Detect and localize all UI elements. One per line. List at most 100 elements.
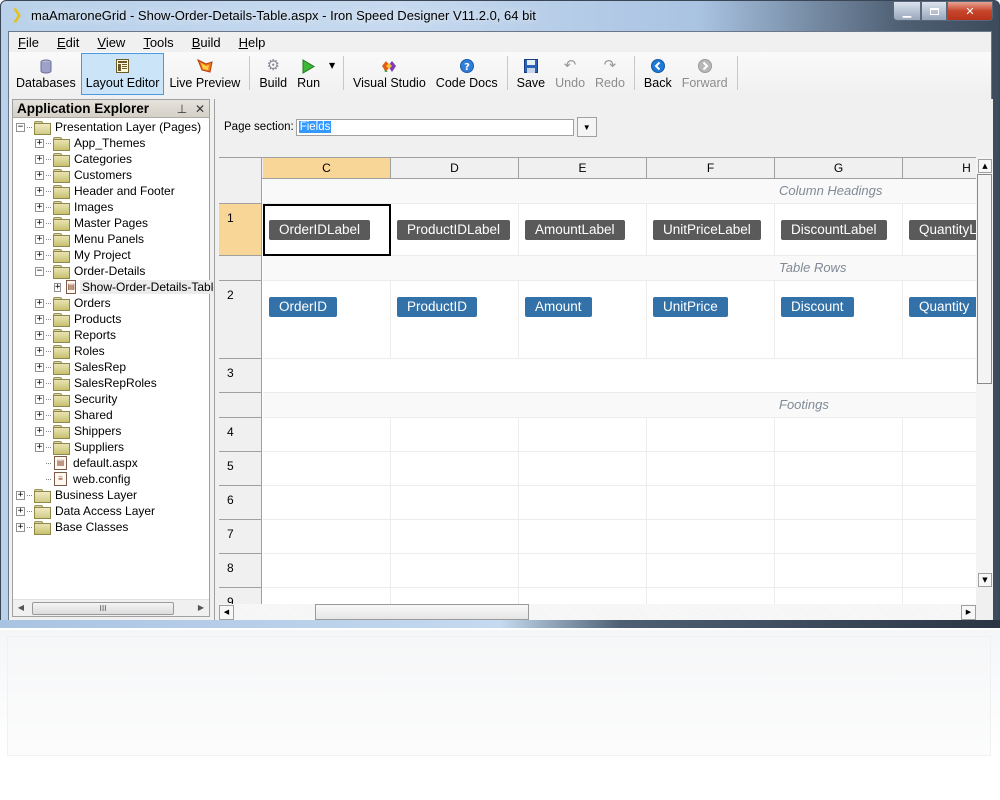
grid-horizontal-scrollbar[interactable]: ◀ ▶ xyxy=(219,604,976,621)
column-header-g[interactable]: G xyxy=(775,158,903,178)
grid-cell-h6[interactable] xyxy=(903,486,976,520)
expand-icon[interactable]: + xyxy=(35,346,44,356)
tree-item-folder[interactable]: + Shared xyxy=(13,407,209,423)
expand-icon[interactable]: + xyxy=(35,186,44,196)
grid-cell-f8[interactable] xyxy=(647,554,775,588)
column-label-chip[interactable]: AmountLabel xyxy=(525,220,625,240)
grid-cell-h8[interactable] xyxy=(903,554,976,588)
expand-icon[interactable]: + xyxy=(35,394,44,404)
horizontal-scroll-thumb[interactable] xyxy=(315,604,529,620)
grid-cell-h5[interactable] xyxy=(903,452,976,486)
grid-cell-e2[interactable]: Amount xyxy=(519,281,647,359)
menu-help[interactable]: Help xyxy=(230,35,275,50)
tree-item-folder[interactable]: + My Project xyxy=(13,247,209,263)
expand-icon[interactable]: + xyxy=(35,330,44,340)
grid-cell-g8[interactable] xyxy=(775,554,903,588)
maximize-button[interactable] xyxy=(921,1,947,21)
column-label-chip[interactable]: OrderIDLabel xyxy=(269,220,371,240)
expand-icon[interactable]: + xyxy=(35,234,44,244)
expand-icon[interactable]: + xyxy=(16,490,25,500)
column-header-f[interactable]: F xyxy=(647,158,775,178)
menu-tools[interactable]: Tools xyxy=(134,35,182,50)
layout-editor-button[interactable]: Layout Editor xyxy=(80,53,165,95)
tree-item-web-config[interactable]: ≡ web.config xyxy=(13,471,209,487)
field-chip[interactable]: Discount xyxy=(781,297,854,317)
tree-item-folder[interactable]: + Shippers xyxy=(13,423,209,439)
column-header-e[interactable]: E xyxy=(519,158,647,178)
column-header-h[interactable]: H xyxy=(903,158,976,178)
tree-item-folder[interactable]: + Header and Footer xyxy=(13,183,209,199)
grid-cell-f9[interactable] xyxy=(647,588,775,604)
tree-item-order-details[interactable]: − Order-Details xyxy=(13,263,209,279)
row-header-6[interactable]: 6 xyxy=(219,486,262,520)
tree-item-folder[interactable]: + SalesRepRoles xyxy=(13,375,209,391)
column-header-c[interactable]: C xyxy=(263,158,391,178)
scroll-up-icon[interactable]: ▲ xyxy=(978,159,992,173)
grid-cell-g7[interactable] xyxy=(775,520,903,554)
row-header-4[interactable]: 4 xyxy=(219,418,262,452)
grid-cell-c7[interactable] xyxy=(263,520,391,554)
tree-item-folder[interactable]: + Master Pages xyxy=(13,215,209,231)
expand-icon[interactable]: + xyxy=(35,378,44,388)
undo-button[interactable]: ↶ Undo xyxy=(550,53,590,95)
forward-button[interactable]: Forward xyxy=(677,53,733,95)
grid-cell-d1[interactable]: ProductIDLabel xyxy=(391,204,519,256)
expand-icon[interactable]: + xyxy=(35,426,44,436)
expand-icon[interactable]: + xyxy=(35,314,44,324)
explorer-horizontal-scrollbar[interactable]: ◀ III ▶ xyxy=(13,599,209,616)
column-label-chip[interactable]: ProductIDLabel xyxy=(397,220,511,240)
row-header-9[interactable]: 9 xyxy=(219,588,262,604)
tree-item-folder[interactable]: + Products xyxy=(13,311,209,327)
grid-cell-f4[interactable] xyxy=(647,418,775,452)
grid-cell-e4[interactable] xyxy=(519,418,647,452)
collapse-icon[interactable]: − xyxy=(16,122,25,132)
expand-icon[interactable]: + xyxy=(35,442,44,452)
grid-cell-e5[interactable] xyxy=(519,452,647,486)
pin-icon[interactable]: ⊥ xyxy=(173,102,191,116)
grid-cell-f1[interactable]: UnitPriceLabel xyxy=(647,204,775,256)
grid-cell-e7[interactable] xyxy=(519,520,647,554)
tree-item-folder[interactable]: + Reports xyxy=(13,327,209,343)
vertical-scroll-thumb[interactable] xyxy=(977,174,992,384)
grid-cell-merged[interactable] xyxy=(263,359,976,393)
grid-cell-h9[interactable] xyxy=(903,588,976,604)
grid-cell-f6[interactable] xyxy=(647,486,775,520)
grid-cell-g4[interactable] xyxy=(775,418,903,452)
column-label-chip[interactable]: DiscountLabel xyxy=(781,220,887,240)
grid-cell-d4[interactable] xyxy=(391,418,519,452)
grid-cell-e1[interactable]: AmountLabel xyxy=(519,204,647,256)
grid-cell-h7[interactable] xyxy=(903,520,976,554)
grid-cell-h1[interactable]: QuantityLabel xyxy=(903,204,976,256)
title-bar[interactable]: ❯ maAmaroneGrid - Show-Order-Details-Tab… xyxy=(1,1,999,31)
grid-cell-c4[interactable] xyxy=(263,418,391,452)
expand-icon[interactable]: + xyxy=(35,250,44,260)
tree-item-presentation-layer[interactable]: − Presentation Layer (Pages) xyxy=(13,119,209,135)
grid-cell-e9[interactable] xyxy=(519,588,647,604)
grid-cell-d6[interactable] xyxy=(391,486,519,520)
menu-file[interactable]: File xyxy=(9,35,48,50)
scroll-right-icon[interactable]: ▶ xyxy=(195,602,207,614)
grid-cell-d5[interactable] xyxy=(391,452,519,486)
build-button[interactable]: ⚙ Build xyxy=(254,53,292,95)
tree-item-folder[interactable]: + Orders xyxy=(13,295,209,311)
tree-item-folder[interactable]: + Categories xyxy=(13,151,209,167)
close-button[interactable]: ✕ xyxy=(947,1,993,21)
scroll-down-icon[interactable]: ▼ xyxy=(978,573,992,587)
scroll-left-icon[interactable]: ◀ xyxy=(15,602,27,614)
grid-cell-d8[interactable] xyxy=(391,554,519,588)
expand-icon[interactable]: + xyxy=(35,202,44,212)
grid-cell-c9[interactable] xyxy=(263,588,391,604)
grid-cell-e6[interactable] xyxy=(519,486,647,520)
tree-item-folder[interactable]: + Menu Panels xyxy=(13,231,209,247)
column-header-d[interactable]: D xyxy=(391,158,519,178)
column-label-chip[interactable]: QuantityLabel xyxy=(909,220,976,240)
tree-item-folder[interactable]: + App_Themes xyxy=(13,135,209,151)
tree-item-folder[interactable]: + Roles xyxy=(13,343,209,359)
tree-item-folder[interactable]: + Security xyxy=(13,391,209,407)
grid-cell-g5[interactable] xyxy=(775,452,903,486)
tree-item-folder[interactable]: + SalesRep xyxy=(13,359,209,375)
tree-item-folder[interactable]: + Suppliers xyxy=(13,439,209,455)
expand-icon[interactable]: + xyxy=(35,170,44,180)
row-header-2[interactable]: 2 xyxy=(219,281,262,359)
close-icon[interactable]: ✕ xyxy=(191,102,209,116)
